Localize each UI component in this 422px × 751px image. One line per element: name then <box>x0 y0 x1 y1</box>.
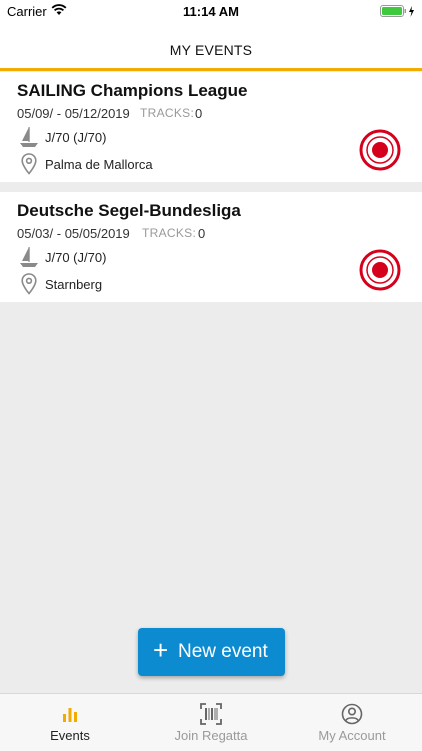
tracks-count: 0 <box>195 106 203 121</box>
record-icon <box>359 249 401 291</box>
location-pin-icon <box>21 153 37 180</box>
event-card[interactable]: SAILING Champions League 05/09/ - 05/12/… <box>0 72 422 182</box>
tab-my-account[interactable]: My Account <box>282 694 422 751</box>
status-time: 11:14 AM <box>183 4 239 19</box>
record-button[interactable] <box>359 249 401 291</box>
bar-chart-icon <box>59 703 81 725</box>
event-dates: 05/03/ - 05/05/2019 <box>17 226 130 241</box>
page-title: MY EVENTS <box>169 42 253 58</box>
new-event-button[interactable]: + New event <box>138 628 285 676</box>
boat-class: J/70 (J/70) <box>45 130 107 145</box>
boat-class: J/70 (J/70) <box>45 250 107 265</box>
status-bar: Carrier 11:14 AM <box>0 0 422 22</box>
user-circle-icon <box>341 703 363 725</box>
event-location: Starnberg <box>45 277 103 292</box>
plus-icon: + <box>153 635 169 665</box>
tracks-label: TRACKS: <box>140 106 195 120</box>
event-card[interactable]: Deutsche Segel-Bundesliga 05/03/ - 05/05… <box>0 192 422 302</box>
location-pin-icon <box>21 273 37 300</box>
record-icon <box>359 129 401 171</box>
sailboat-icon <box>18 126 40 153</box>
new-event-label: New event <box>178 641 268 662</box>
tab-events[interactable]: Events <box>0 694 140 751</box>
qr-scan-icon <box>200 703 222 725</box>
sailboat-icon <box>18 246 40 273</box>
event-dates: 05/09/ - 05/12/2019 <box>17 106 130 121</box>
navigation-bar: MY EVENTS <box>0 22 422 71</box>
tab-bar: Events Join Regatta My Account <box>0 693 422 751</box>
tab-label: Join Regatta <box>174 728 248 743</box>
battery-icon <box>380 5 418 21</box>
record-button[interactable] <box>359 129 401 171</box>
event-location: Palma de Mallorca <box>45 157 153 172</box>
event-title: SAILING Champions League <box>17 81 248 100</box>
event-title: Deutsche Segel-Bundesliga <box>17 201 241 220</box>
tracks-label: TRACKS: <box>142 226 197 240</box>
tab-label: My Account <box>318 728 386 743</box>
tab-label: Events <box>50 728 90 743</box>
tab-join-regatta[interactable]: Join Regatta <box>141 694 281 751</box>
tracks-count: 0 <box>198 226 206 241</box>
